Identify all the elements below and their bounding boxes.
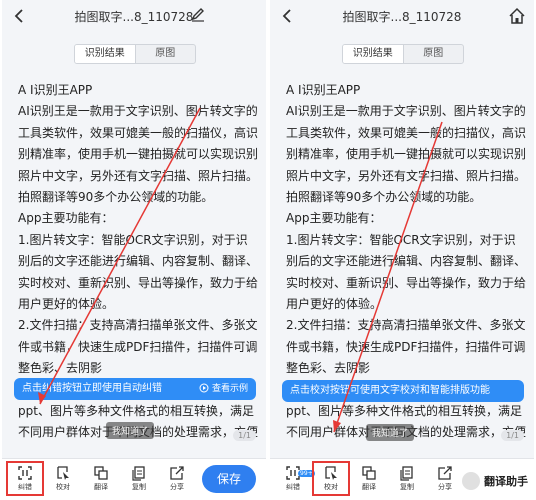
tool-label: 分享 [438, 483, 452, 491]
cursor-icon [57, 466, 69, 480]
tool-label: 校对 [56, 483, 70, 491]
watermark-text: 翻译助手 [484, 475, 528, 488]
view-tabs: 识别结果 原图 [342, 44, 464, 64]
proofread-button[interactable]: 校对 [312, 461, 350, 496]
share-button[interactable]: 分享 [162, 465, 192, 492]
tip-banner: 点击纠错按钮立即使用自动纠错 查看示例 [14, 378, 256, 400]
got-it-button[interactable]: 我知道了 [106, 422, 155, 439]
screen-left: 拍图取字...8_110728 识别结果 原图 A I识别王APP AI识别王是… [2, 0, 266, 500]
translate-button[interactable]: 翻译 [354, 465, 384, 492]
edit-pencil-icon[interactable] [190, 6, 206, 22]
back-arrow-icon[interactable] [12, 8, 28, 24]
text-paragraph: 2.文件扫描：支持高清扫描单张文件、多张文件或书籍，快速生成PDF扫描件，扫描件… [286, 318, 526, 376]
text-paragraph: AI识别王是一款用于文字识别、图片转文字的工具类软件，效果可媲美一般的扫描仪，高… [286, 104, 526, 205]
proofread-button[interactable]: 校对 [48, 465, 78, 492]
copy-icon [132, 466, 145, 481]
text-paragraph: 2.文件扫描：支持高清扫描单张文件、多张文件或书籍，快速生成PDF扫描件，扫描件… [18, 318, 258, 376]
share-icon [170, 466, 184, 480]
correct-button[interactable]: 纠错 [6, 461, 44, 496]
got-it-button[interactable]: 我知道了 [366, 424, 415, 441]
copy-icon [400, 466, 413, 481]
text-paragraph: AI识别王是一款用于文字识别、图片转文字的工具类软件，效果可媲美一般的扫描仪，高… [18, 104, 258, 205]
tab-result[interactable]: 识别结果 [343, 45, 404, 63]
text-paragraph: A I识别王APP [286, 83, 361, 97]
copy-button[interactable]: 复制 [392, 465, 422, 492]
page-indicator: 1/1 [501, 430, 524, 441]
back-arrow-icon[interactable] [280, 8, 296, 24]
bottom-toolbar: 纠错 校对 翻译 复制 分享 保存 [2, 458, 266, 500]
screen-right: 拍图取字...8_110728 识别结果 原图 A I识别王APP AI识别王是… [270, 0, 534, 500]
watermark: 翻译助手 [462, 468, 528, 494]
home-icon[interactable] [508, 7, 526, 25]
view-tabs: 识别结果 原图 [74, 44, 196, 64]
tool-label: 翻译 [362, 483, 376, 491]
tab-result[interactable]: 识别结果 [75, 45, 136, 63]
page-indicator: 1/1 [233, 430, 256, 441]
tab-original[interactable]: 原图 [136, 45, 196, 63]
text-paragraph: 1.图片转文字：智能OCR文字识别，对于识别后的文字还能进行编辑、内容复制、翻译… [286, 232, 526, 312]
translate-button[interactable]: 翻译 [86, 465, 116, 492]
share-button[interactable]: 分享 [430, 465, 460, 492]
top-bar: 拍图取字...8_110728 [270, 0, 534, 32]
text-paragraph: App主要功能有： [18, 211, 114, 226]
save-button[interactable]: 保存 [202, 465, 256, 493]
correct-icon [18, 466, 32, 480]
text-paragraph: App主要功能有： [286, 211, 382, 226]
view-example-link[interactable]: 查看示例 [199, 378, 248, 400]
tool-label: 纠错 [18, 483, 32, 491]
tip-banner: 点击校对按钮可使用文字校对和智能排版功能 [282, 380, 524, 402]
top-bar: 拍图取字...8_110728 [2, 0, 266, 32]
tool-label: 复制 [400, 483, 414, 491]
tool-label: 纠错 [286, 483, 300, 491]
tip-banner-text: 点击纠错按钮立即使用自动纠错 [22, 383, 162, 394]
page-title: 拍图取字...8_110728 [342, 10, 462, 24]
text-paragraph: 1.图片转文字：智能OCR文字识别，对于识别后的文字还能进行编辑、内容复制、翻译… [18, 232, 258, 312]
tool-label: 复制 [132, 483, 146, 491]
play-circle-icon [199, 383, 209, 393]
cursor-icon [325, 466, 337, 480]
tool-label: 分享 [170, 483, 184, 491]
view-example-label: 查看示例 [211, 384, 248, 394]
tool-label: 校对 [324, 483, 338, 491]
tip-banner-text: 点击校对按钮可使用文字校对和智能排版功能 [290, 385, 490, 396]
tool-label: 翻译 [94, 483, 108, 491]
translate-icon [362, 466, 376, 480]
tab-original[interactable]: 原图 [404, 45, 464, 63]
share-icon [438, 466, 452, 480]
correct-button[interactable]: 纠错 99+ [278, 465, 315, 492]
text-paragraph: A I识别王APP [18, 83, 93, 97]
watermark-logo-icon [462, 472, 480, 490]
translate-icon [94, 466, 108, 480]
copy-button[interactable]: 复制 [124, 465, 154, 492]
count-badge: 99+ [298, 470, 315, 477]
